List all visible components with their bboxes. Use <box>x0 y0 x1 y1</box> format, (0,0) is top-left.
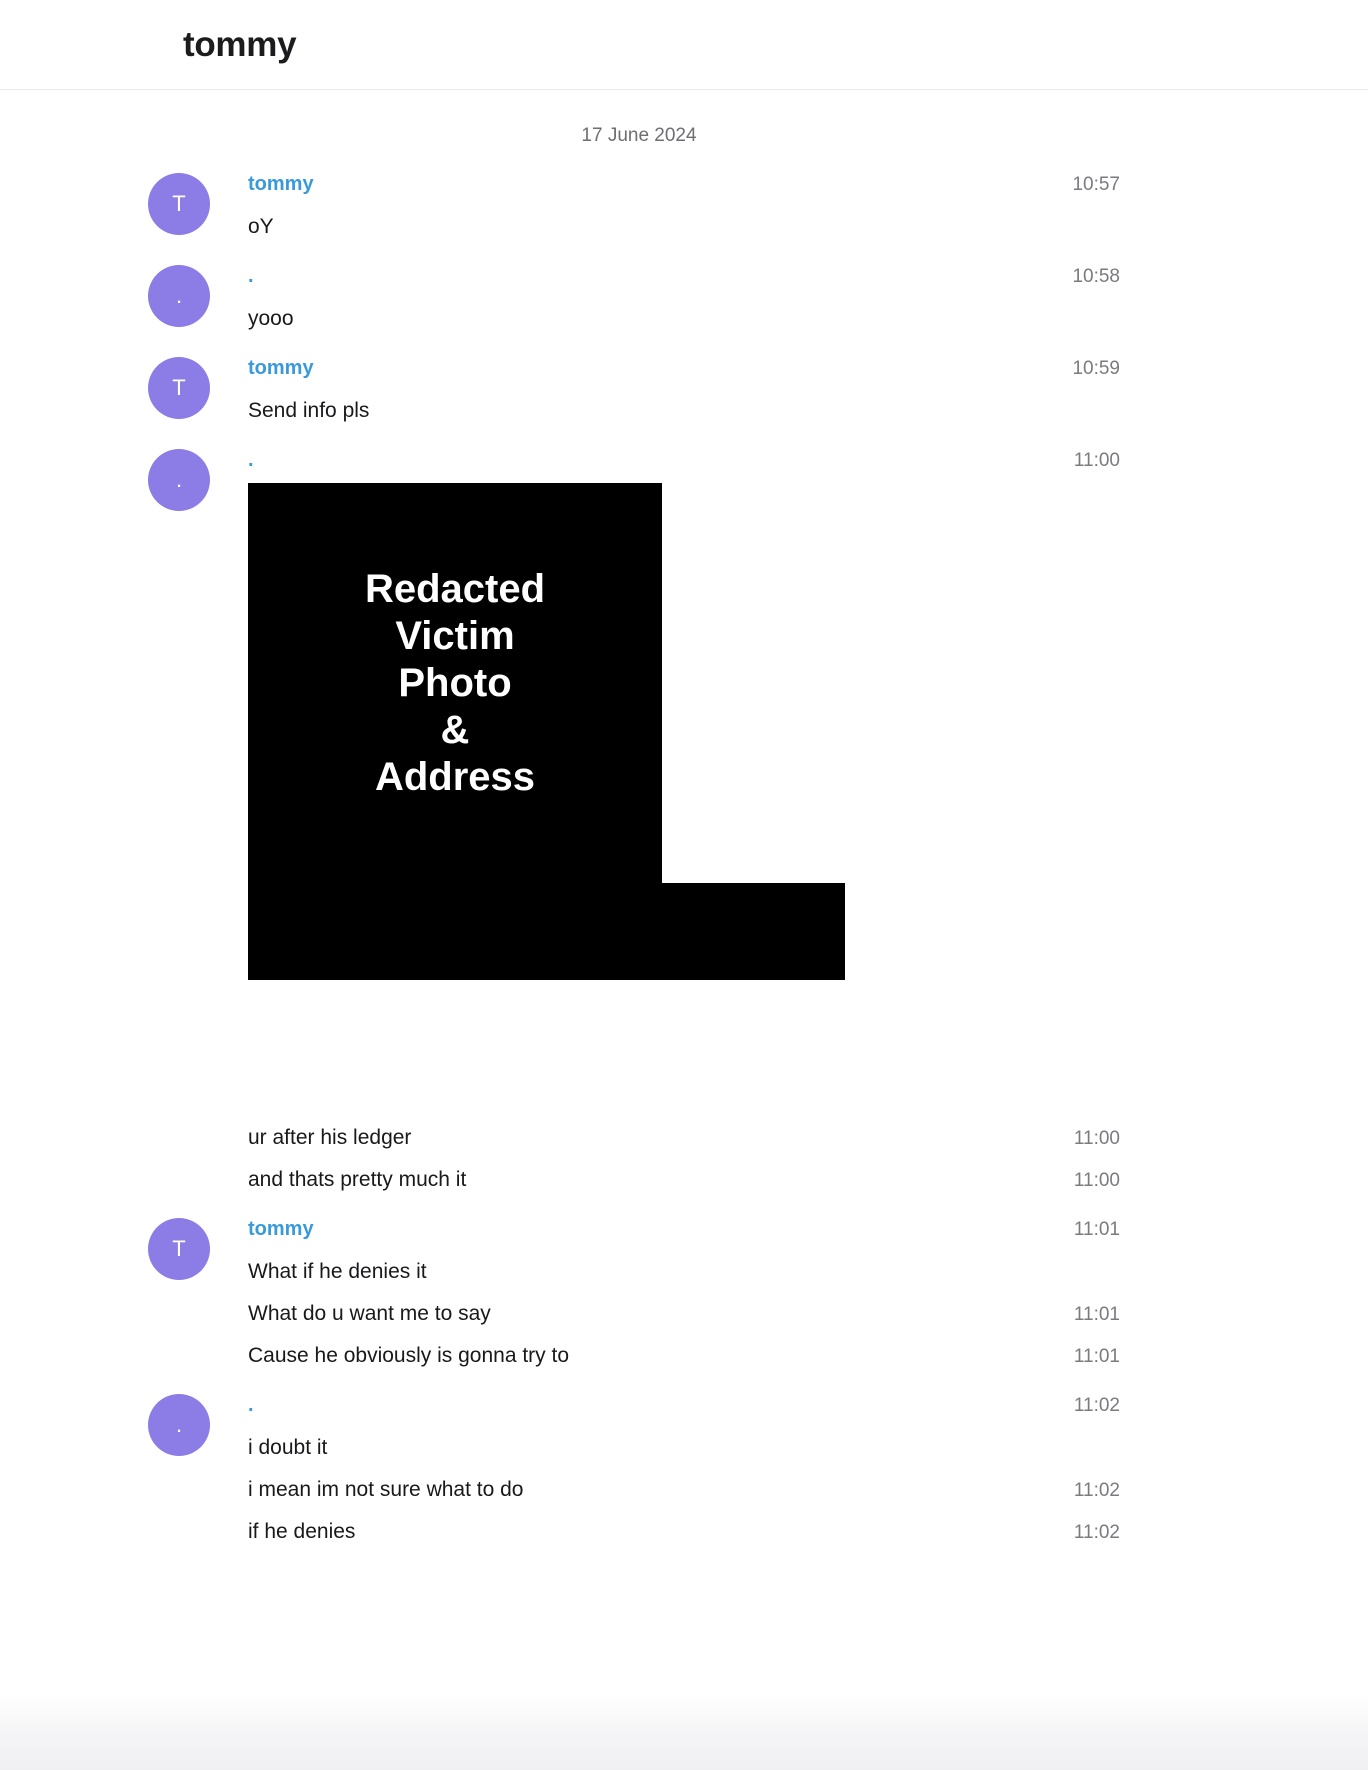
message-row[interactable]: What do u want me to say 11:01 <box>248 1300 1120 1328</box>
message-text: and thats pretty much it <box>248 1168 467 1191</box>
message-row[interactable]: yooo <box>248 305 1120 333</box>
message-row[interactable]: i mean im not sure what to do 11:02 <box>248 1476 1120 1504</box>
sender-name[interactable]: tommy <box>248 171 314 197</box>
sender-row: tommy 11:01 <box>248 1216 1120 1242</box>
message-group-body: . 10:58 yooo <box>248 263 1120 333</box>
message-timestamp: 11:02 <box>1073 1395 1120 1416</box>
message-group-body: . 11:02 i doubt it i mean im not sure what … <box>248 1392 1120 1546</box>
message-timestamp: 11:00 <box>1073 450 1120 471</box>
message-lines: Send info pls <box>248 397 1120 425</box>
sender-row: tommy 10:57 <box>248 171 1120 197</box>
message-lines: yooo <box>248 305 1120 333</box>
message-lines: i doubt it i mean im not sure what to do 1… <box>248 1434 1120 1546</box>
message-timestamp: 11:01 <box>1073 1346 1120 1367</box>
date-separator: 17 June 2024 <box>581 125 697 146</box>
app-header: tommy <box>0 0 1368 90</box>
bottom-fade-overlay <box>0 1692 1368 1770</box>
avatar[interactable]: . <box>148 449 210 511</box>
message-group-body: tommy 10:57 oY <box>248 171 1120 241</box>
message-text: if he denies <box>248 1520 356 1543</box>
sender-row: . 11:00 <box>248 447 1120 473</box>
avatar[interactable]: T <box>148 357 210 419</box>
message-timestamp: 11:02 <box>1073 1480 1120 1501</box>
sender-row: . 10:58 <box>248 263 1120 289</box>
avatar[interactable]: . <box>148 265 210 327</box>
message-group: .. 11:00 Redacted Victim Photo & Address ur aft… <box>0 447 1368 1194</box>
redaction-block-main <box>248 483 662 883</box>
message-group: Ttommy 11:01 What if he denies it What do u… <box>0 1216 1368 1370</box>
message-text: Send info pls <box>248 399 370 422</box>
message-group-body: tommy 11:01 What if he denies it What do u … <box>248 1216 1120 1370</box>
message-timestamp: 10:59 <box>1072 358 1120 379</box>
conversation-pane[interactable]: 17 June 2024 Ttommy 10:57 oY.. 10:58 yooo Tto… <box>0 90 1368 1546</box>
message-group: Ttommy 10:59 Send info pls <box>0 355 1368 425</box>
redaction-block-foot <box>248 883 845 980</box>
message-row[interactable]: and thats pretty much it 11:00 <box>248 1166 1120 1194</box>
avatar[interactable]: T <box>148 173 210 235</box>
message-group: .. 11:02 i doubt it i mean im not sure what… <box>0 1392 1368 1546</box>
sender-name[interactable]: . <box>248 1392 254 1418</box>
message-text: What if he denies it <box>248 1260 427 1283</box>
message-row[interactable]: ur after his ledger 11:00 <box>248 1124 1120 1152</box>
message-group: Ttommy 10:57 oY <box>0 171 1368 241</box>
message-lines: What if he denies it What do u want me to… <box>248 1258 1120 1370</box>
message-text: yooo <box>248 307 294 330</box>
message-text: i mean im not sure what to do <box>248 1478 524 1501</box>
message-text: oY <box>248 215 274 238</box>
message-timestamp: 11:02 <box>1073 1522 1120 1543</box>
message-row[interactable]: i doubt it <box>248 1434 1120 1462</box>
message-timestamp: 11:00 <box>1073 1170 1120 1191</box>
sender-name[interactable]: tommy <box>248 1216 314 1242</box>
redacted-image-attachment[interactable]: Redacted Victim Photo & Address <box>248 483 948 1108</box>
message-timestamp: 10:57 <box>1072 174 1120 195</box>
sender-row: tommy 10:59 <box>248 355 1120 381</box>
message-timestamp: 11:01 <box>1073 1219 1120 1240</box>
message-group-body: tommy 10:59 Send info pls <box>248 355 1120 425</box>
message-row[interactable]: oY <box>248 213 1120 241</box>
message-list: Ttommy 10:57 oY.. 10:58 yooo Ttommy 10:59 Send … <box>0 171 1368 1546</box>
message-group-body: . 11:00 Redacted Victim Photo & Address ur afte… <box>248 447 1120 1194</box>
avatar[interactable]: T <box>148 1218 210 1280</box>
message-lines: oY <box>248 213 1120 241</box>
sender-row: . 11:02 <box>248 1392 1120 1418</box>
page-title: tommy <box>183 24 297 64</box>
sender-name[interactable]: tommy <box>248 355 314 381</box>
message-text: What do u want me to say <box>248 1302 491 1325</box>
message-lines: ur after his ledger 11:00 and thats pretty… <box>248 1124 1120 1194</box>
message-timestamp: 10:58 <box>1072 266 1120 287</box>
message-timestamp: 11:00 <box>1073 1128 1120 1149</box>
message-row[interactable]: if he denies 11:02 <box>248 1518 1120 1546</box>
message-group: .. 10:58 yooo <box>0 263 1368 333</box>
message-text: ur after his ledger <box>248 1126 412 1149</box>
avatar[interactable]: . <box>148 1394 210 1456</box>
message-row[interactable]: What if he denies it <box>248 1258 1120 1286</box>
message-row[interactable]: Cause he obviously is gonna try to 11:01 <box>248 1342 1120 1370</box>
message-text: Cause he obviously is gonna try to <box>248 1344 570 1367</box>
message-text: i doubt it <box>248 1436 328 1459</box>
sender-name[interactable]: . <box>248 263 254 289</box>
sender-name[interactable]: . <box>248 447 254 473</box>
message-row[interactable]: Send info pls <box>248 397 1120 425</box>
message-timestamp: 11:01 <box>1073 1304 1120 1325</box>
